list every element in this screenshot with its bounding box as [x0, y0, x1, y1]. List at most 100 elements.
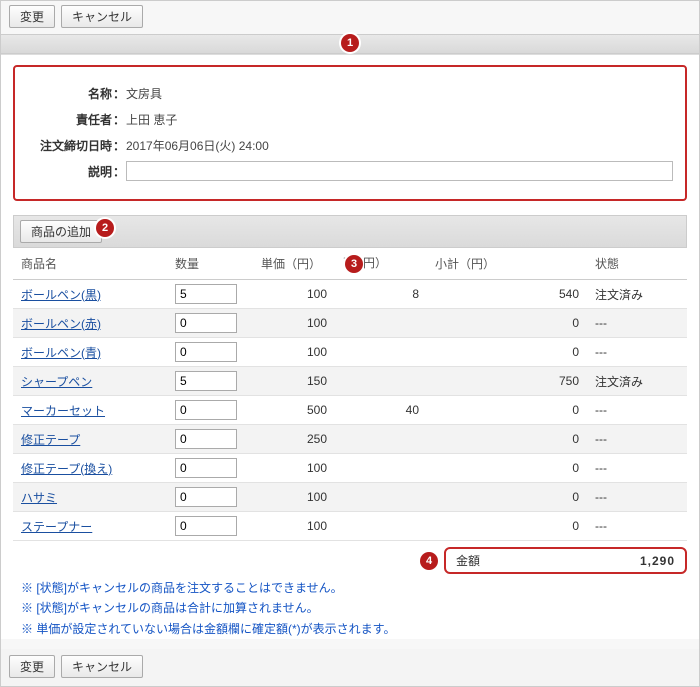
change-button-bottom[interactable]: 変更 — [9, 655, 55, 678]
info-colon: ： — [112, 85, 126, 102]
col-status: 状態 — [587, 248, 687, 280]
subtotal-cell: 750 — [427, 367, 587, 396]
top-button-row: 変更 キャンセル — [1, 2, 699, 34]
status-cell: 注文済み — [587, 367, 687, 396]
tax-cell: 8 — [335, 280, 427, 309]
subtotal-cell: 0 — [427, 425, 587, 454]
info-label-name: 名称 — [27, 85, 112, 102]
unit-price-cell: 100 — [253, 454, 335, 483]
qty-input[interactable] — [175, 313, 237, 333]
item-name-link[interactable]: 修正テープ(換え) — [21, 462, 112, 476]
col-subtotal: 小計（円） — [427, 248, 587, 280]
item-name-link[interactable]: ハサミ — [21, 491, 57, 505]
item-name-link[interactable]: ボールペン(黒) — [21, 288, 101, 302]
qty-input[interactable] — [175, 371, 237, 391]
qty-input[interactable] — [175, 400, 237, 420]
col-tax: 税3円） — [335, 248, 427, 280]
description-input[interactable] — [126, 161, 673, 181]
cancel-button-bottom[interactable]: キャンセル — [61, 655, 143, 678]
unit-price-cell: 500 — [253, 396, 335, 425]
info-value-owner: 上田 恵子 — [126, 111, 673, 128]
info-row-deadline: 注文締切日時 ： 2017年06月06日(火) 24:00 — [27, 135, 673, 155]
info-row-name: 名称 ： 文房具 — [27, 83, 673, 103]
unit-price-cell: 100 — [253, 309, 335, 338]
qty-input[interactable] — [175, 487, 237, 507]
tax-cell — [335, 309, 427, 338]
status-cell: --- — [587, 483, 687, 512]
unit-price-cell: 100 — [253, 338, 335, 367]
table-row: マーカーセット 500400--- — [13, 396, 687, 425]
table-row: ハサミ1000--- — [13, 483, 687, 512]
table-row: ボールペン(黒)1008540注文済み — [13, 280, 687, 309]
info-value-deadline: 2017年06月06日(火) 24:00 — [126, 137, 673, 154]
status-cell: --- — [587, 338, 687, 367]
callout-badge-3: 3 — [345, 255, 363, 273]
tax-cell — [335, 338, 427, 367]
col-tax-right: 円） — [363, 256, 387, 270]
qty-input[interactable] — [175, 458, 237, 478]
total-value: 1,290 — [640, 554, 675, 568]
bottom-button-row: 変更 キャンセル — [1, 649, 699, 686]
qty-input[interactable] — [175, 429, 237, 449]
table-row: ボールペン(赤) 100 0--- — [13, 309, 687, 338]
note-2: ※ [状態]がキャンセルの商品は合計に加算されません。 — [21, 598, 687, 618]
unit-price-cell: 150 — [253, 367, 335, 396]
qty-input[interactable] — [175, 516, 237, 536]
item-name-link[interactable]: ステープナー — [21, 520, 92, 534]
table-row: 修正テープ2500--- — [13, 425, 687, 454]
subtotal-cell: 0 — [427, 396, 587, 425]
subtotal-cell: 0 — [427, 512, 587, 541]
info-row-desc: 説明 ： — [27, 161, 673, 181]
info-label-desc: 説明 — [27, 163, 112, 180]
subtotal-cell: 0 — [427, 454, 587, 483]
total-row: 4 金額 1,290 — [13, 547, 687, 574]
status-cell: --- — [587, 309, 687, 338]
info-colon: ： — [112, 111, 126, 128]
item-name-link[interactable]: 修正テープ — [21, 433, 80, 447]
callout-badge-1: 1 — [341, 34, 359, 52]
status-cell: --- — [587, 396, 687, 425]
info-row-owner: 責任者 ： 上田 恵子 — [27, 109, 673, 129]
unit-price-cell: 250 — [253, 425, 335, 454]
qty-input[interactable] — [175, 342, 237, 362]
unit-price-cell: 100 — [253, 512, 335, 541]
tax-cell: 40 — [335, 396, 427, 425]
table-row: ステープナー 100 0--- — [13, 512, 687, 541]
item-name-link[interactable]: シャープペン — [21, 375, 92, 389]
note-3: ※ 単価が設定されていない場合は金額欄に確定額(*)が表示されます。 — [21, 619, 687, 639]
tax-cell — [335, 512, 427, 541]
unit-price-cell: 100 — [253, 280, 335, 309]
tax-cell — [335, 483, 427, 512]
table-row: シャープペン 150 750注文済み — [13, 367, 687, 396]
note-1: ※ [状態]がキャンセルの商品を注文することはできません。 — [21, 578, 687, 598]
add-item-button[interactable]: 商品の追加 — [20, 220, 102, 243]
info-colon: ： — [112, 137, 126, 154]
unit-price-cell: 100 — [253, 483, 335, 512]
info-value-name: 文房具 — [126, 85, 673, 102]
tax-cell — [335, 367, 427, 396]
subtotal-cell: 0 — [427, 309, 587, 338]
table-row: ボールペン(青) 100 0--- — [13, 338, 687, 367]
footer-notes: ※ [状態]がキャンセルの商品を注文することはできません。 ※ [状態]がキャン… — [21, 578, 687, 639]
subtotal-cell: 0 — [427, 338, 587, 367]
col-qty: 数量 — [167, 248, 253, 280]
item-name-link[interactable]: ボールペン(赤) — [21, 317, 101, 331]
info-label-deadline: 注文締切日時 — [27, 137, 112, 154]
items-header-row: 商品名 数量 単価（円） 税3円） 小計（円） 状態 — [13, 248, 687, 280]
cancel-button-top[interactable]: キャンセル — [61, 5, 143, 28]
item-name-link[interactable]: ボールペン(青) — [21, 346, 101, 360]
tax-cell — [335, 425, 427, 454]
order-info-box: 名称 ： 文房具 責任者 ： 上田 恵子 注文締切日時 ： 2017年06月06… — [13, 65, 687, 201]
tax-cell — [335, 454, 427, 483]
info-colon: ： — [112, 163, 126, 180]
add-item-bar: 商品の追加 2 — [13, 215, 687, 248]
status-cell: 注文済み — [587, 280, 687, 309]
col-unit-price: 単価（円） — [253, 248, 335, 280]
change-button-top[interactable]: 変更 — [9, 5, 55, 28]
section-header-bar: 1 — [1, 34, 699, 54]
status-cell: --- — [587, 512, 687, 541]
total-label: 金額 — [456, 552, 480, 569]
item-name-link[interactable]: マーカーセット — [21, 404, 105, 418]
qty-input[interactable] — [175, 284, 237, 304]
items-table: 商品名 数量 単価（円） 税3円） 小計（円） 状態 ボールペン(黒)10085… — [13, 248, 687, 541]
